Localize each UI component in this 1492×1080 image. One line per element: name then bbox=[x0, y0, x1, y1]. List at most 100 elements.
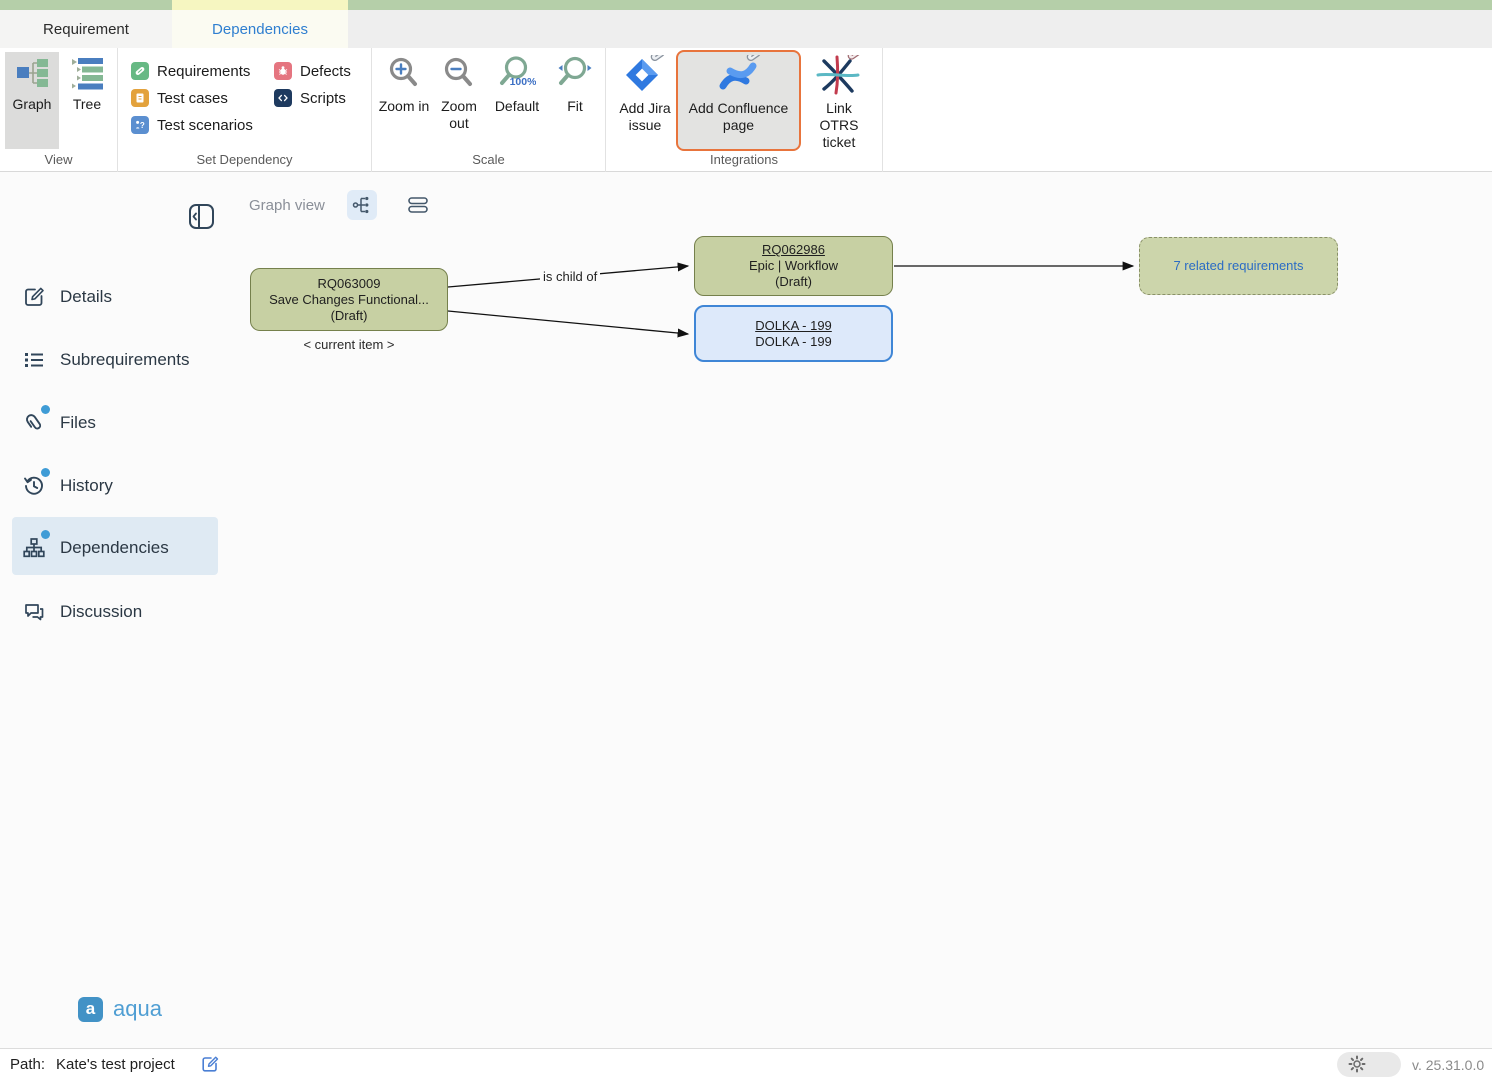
requirement-pill-icon bbox=[131, 62, 149, 80]
status-bar bbox=[0, 1048, 1492, 1080]
files-badge-dot bbox=[41, 405, 50, 414]
defect-bug-icon bbox=[274, 62, 292, 80]
dependencies-badge-dot bbox=[41, 530, 50, 539]
jira-icon bbox=[623, 55, 667, 99]
node-id-link[interactable]: RQ062986 bbox=[762, 242, 825, 258]
set-dependency-defects-label: Defects bbox=[300, 63, 351, 80]
link-otrs-ticket-button[interactable]: Link OTRS ticket bbox=[806, 52, 872, 149]
discussion-chat-icon bbox=[22, 600, 46, 624]
ribbon-group-scale: Zoom in Zoom out 1 bbox=[372, 48, 606, 172]
sidebar-item-details[interactable]: Details bbox=[22, 283, 112, 311]
jira-issue-node[interactable]: DOLKA - 199 DOLKA - 199 bbox=[694, 305, 893, 362]
test-scenario-icon: ? bbox=[131, 116, 149, 134]
graph-view-button[interactable]: Graph bbox=[5, 52, 59, 149]
sidebar-item-files[interactable]: Files bbox=[22, 409, 96, 437]
sidebar-item-label: Subrequirements bbox=[60, 350, 189, 370]
ribbon-group-set-dependency: Requirements Test cases ? bbox=[118, 48, 372, 172]
zoom-out-icon bbox=[440, 55, 478, 97]
fit-scale-button[interactable]: Fit bbox=[551, 52, 599, 149]
sidebar-item-label: Dependencies bbox=[60, 538, 169, 558]
path-value: Kate's test project bbox=[56, 1056, 175, 1073]
add-confluence-page-button[interactable]: Add Confluence page bbox=[676, 50, 801, 151]
set-dependency-scripts-label: Scripts bbox=[300, 90, 346, 107]
graph-view-toggle[interactable] bbox=[347, 190, 377, 220]
default-zoom-badge: 100% bbox=[510, 76, 536, 88]
hierarchy-view-icon bbox=[352, 195, 372, 215]
zoom-in-icon bbox=[385, 55, 423, 97]
list-view-icon bbox=[407, 196, 429, 214]
zoom-out-button[interactable]: Zoom out bbox=[432, 52, 486, 149]
node-title: Epic | Workflow bbox=[749, 258, 838, 274]
sidebar-item-history[interactable]: History bbox=[22, 472, 113, 500]
set-dependency-test-scenarios-label: Test scenarios bbox=[157, 117, 253, 134]
tab-dependencies[interactable]: Dependencies bbox=[172, 10, 348, 48]
confluence-icon bbox=[715, 55, 763, 99]
current-item-caption: < current item > bbox=[250, 337, 448, 352]
aqua-brand[interactable]: a aqua bbox=[78, 996, 162, 1022]
svg-text:100%: 100% bbox=[510, 76, 536, 88]
history-clock-icon bbox=[22, 474, 46, 498]
app-version: v. 25.31.0.0 bbox=[1412, 1057, 1484, 1073]
sidebar-item-dependencies[interactable]: Dependencies bbox=[22, 534, 169, 562]
related-requirements-link[interactable]: 7 related requirements bbox=[1173, 258, 1303, 274]
default-scale-label: Default bbox=[495, 98, 539, 115]
active-tab-highlight bbox=[172, 0, 348, 10]
set-dependency-scripts-button[interactable]: Scripts bbox=[274, 88, 346, 108]
app-window: Requirement Dependencies Graph bbox=[0, 0, 1492, 1080]
graph-view-label: Graph view bbox=[249, 197, 325, 214]
related-requirements-node[interactable]: 7 related requirements bbox=[1139, 237, 1338, 295]
ribbon-group-view: Graph Tree View bbox=[0, 48, 118, 172]
set-dependency-requirements-label: Requirements bbox=[157, 63, 250, 80]
set-dependency-requirements-button[interactable]: Requirements bbox=[131, 61, 250, 81]
tab-requirement[interactable]: Requirement bbox=[0, 10, 172, 48]
top-accent-bar bbox=[0, 0, 1492, 10]
set-dependency-test-cases-label: Test cases bbox=[157, 90, 228, 107]
parent-requirement-node[interactable]: RQ062986 Epic | Workflow (Draft) bbox=[694, 236, 893, 296]
sidebar-item-subrequirements[interactable]: Subrequirements bbox=[22, 346, 189, 374]
sidebar-item-label: Discussion bbox=[60, 602, 142, 622]
edit-path-button[interactable] bbox=[200, 1054, 220, 1074]
set-dependency-group-label: Set Dependency bbox=[118, 152, 371, 167]
node-status: (Draft) bbox=[331, 308, 368, 324]
list-bullets-icon bbox=[22, 348, 46, 372]
graph-icon bbox=[14, 55, 50, 95]
collapse-sidebar-button[interactable] bbox=[188, 203, 215, 230]
node-id-link[interactable]: DOLKA - 199 bbox=[755, 318, 832, 334]
add-jira-issue-button[interactable]: Add Jira issue bbox=[613, 52, 677, 149]
sidebar-item-label: Files bbox=[60, 413, 96, 433]
zoom-in-label: Zoom in bbox=[379, 98, 430, 115]
tree-view-button[interactable]: Tree bbox=[61, 52, 113, 149]
set-dependency-test-cases-button[interactable]: Test cases bbox=[131, 88, 228, 108]
node-title: Save Changes Functional... bbox=[269, 292, 429, 308]
current-requirement-node[interactable]: RQ063009 Save Changes Functional... (Dra… bbox=[250, 268, 448, 331]
set-dependency-defects-button[interactable]: Defects bbox=[274, 61, 351, 81]
dependencies-sitemap-icon bbox=[22, 536, 46, 560]
default-scale-icon: 100% bbox=[498, 55, 536, 97]
node-title: DOLKA - 199 bbox=[755, 334, 832, 350]
gear-icon bbox=[1348, 1055, 1366, 1073]
path-label: Path: bbox=[10, 1056, 45, 1073]
link-otrs-ticket-label: Link OTRS ticket bbox=[806, 100, 872, 151]
script-code-icon bbox=[274, 89, 292, 107]
list-view-toggle[interactable] bbox=[403, 190, 433, 220]
scale-group-label: Scale bbox=[372, 152, 605, 167]
tree-icon bbox=[69, 55, 105, 95]
sidebar-item-discussion[interactable]: Discussion bbox=[22, 598, 142, 626]
default-scale-button[interactable]: 100% Default bbox=[488, 52, 546, 149]
otrs-icon bbox=[816, 55, 862, 99]
set-dependency-test-scenarios-button[interactable]: ? Test scenarios bbox=[131, 115, 253, 135]
settings-button[interactable] bbox=[1337, 1052, 1401, 1077]
test-case-icon bbox=[131, 89, 149, 107]
tree-button-label: Tree bbox=[73, 96, 101, 113]
aqua-brand-text: aqua bbox=[113, 996, 162, 1022]
ribbon-group-integrations: Add Jira issue Add Confluence page bbox=[606, 48, 883, 172]
graph-button-label: Graph bbox=[13, 96, 52, 113]
fit-scale-label: Fit bbox=[567, 98, 583, 115]
fit-scale-icon bbox=[556, 55, 594, 97]
node-id: RQ063009 bbox=[318, 276, 381, 292]
paperclip-icon bbox=[22, 411, 46, 435]
details-edit-icon bbox=[22, 285, 46, 309]
node-status: (Draft) bbox=[775, 274, 812, 290]
zoom-in-button[interactable]: Zoom in bbox=[377, 52, 431, 149]
svg-text:?: ? bbox=[140, 121, 145, 130]
